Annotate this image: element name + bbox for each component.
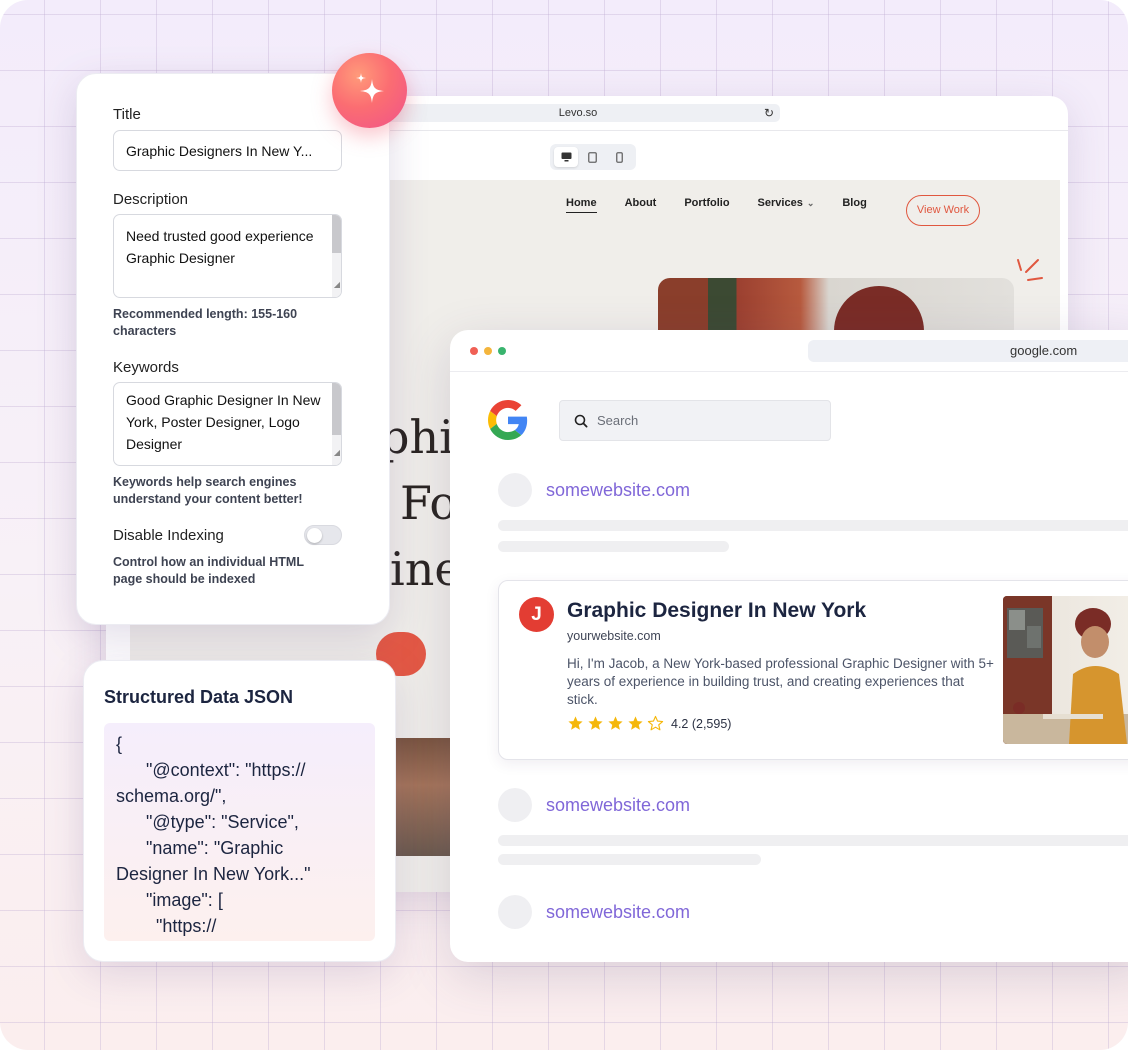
levo-navbar: Home About Portfolio Services ⌄ Blog (566, 197, 895, 213)
result-favicon (498, 788, 532, 822)
accent-strokes-icon (1017, 259, 1043, 281)
seo-settings-panel: Title Graphic Designers In New Y... Desc… (76, 73, 390, 625)
skeleton-line (498, 520, 1128, 531)
ai-sparkle-button[interactable] (332, 53, 407, 128)
scrollbar-thumb[interactable] (332, 383, 341, 435)
description-text: Need trusted good experience Graphic Des… (126, 228, 314, 266)
tablet-icon[interactable] (581, 147, 605, 167)
search-icon (574, 414, 588, 427)
serp-search-input[interactable] (597, 413, 817, 428)
levo-url: Levo.so (558, 107, 598, 119)
sparkle-icon (355, 72, 384, 103)
result-favicon (498, 473, 532, 507)
star-filled-icon (628, 716, 643, 730)
minimize-dot-icon[interactable] (484, 347, 492, 355)
window-controls (470, 347, 512, 355)
skeleton-line (498, 854, 761, 865)
nav-services-label: Services (757, 197, 803, 209)
serp-address-bar[interactable]: google.com (808, 340, 1128, 362)
nav-about[interactable]: About (625, 197, 657, 209)
title-label: Title (113, 106, 141, 123)
resize-grip-icon[interactable]: ◢ (334, 442, 340, 464)
keywords-field[interactable]: Good Graphic Designer In New York, Poste… (113, 382, 342, 466)
view-work-button[interactable]: View Work (906, 195, 980, 226)
skeleton-line (498, 541, 729, 552)
portfolio-photo (394, 738, 452, 856)
result-link[interactable]: somewebsite.com (546, 902, 690, 923)
result-link[interactable]: somewebsite.com (546, 480, 690, 501)
close-dot-icon[interactable] (470, 347, 478, 355)
keywords-label: Keywords (113, 359, 179, 376)
star-empty-icon (647, 715, 664, 731)
featured-description: Hi, I'm Jacob, a New York-based professi… (567, 656, 994, 707)
divider (450, 371, 1128, 372)
json-code-block[interactable]: { "@context": "https:// schema.org/", "@… (104, 723, 375, 941)
levo-address-bar[interactable]: Levo.so ↻ (376, 104, 780, 122)
serp-preview-window: google.com somewebsite.com J Graphic De (450, 330, 1128, 962)
keywords-text: Good Graphic Designer In New York, Poste… (126, 392, 321, 452)
resize-grip-icon[interactable]: ◢ (334, 274, 340, 296)
scrollbar-thumb[interactable] (332, 215, 341, 253)
description-label: Description (113, 191, 189, 208)
hero-heading-line-2: Fo (400, 476, 458, 530)
serp-url: google.com (1010, 343, 1078, 358)
json-panel-title: Structured Data JSON (104, 687, 294, 707)
indexing-hint: Control how an individual HTML page shou… (113, 555, 304, 586)
chevron-down-icon: ⌄ (806, 198, 815, 208)
maximize-dot-icon[interactable] (498, 347, 506, 355)
featured-title[interactable]: Graphic Designer In New York (567, 599, 866, 623)
indexing-label: Disable Indexing (113, 527, 224, 544)
featured-favicon: J (519, 597, 554, 632)
featured-url: yourwebsite.com (567, 629, 661, 643)
hero-photo (658, 278, 1014, 338)
background-grid: Levo.so ↻ Home About Portfolio Services ⌄… (0, 0, 1128, 1050)
skeleton-line (498, 835, 1128, 846)
toggle-knob (307, 527, 322, 543)
nav-home[interactable]: Home (566, 197, 597, 213)
nav-services[interactable]: Services ⌄ (758, 197, 815, 209)
star-rating: 4.2 (2,595) (567, 715, 731, 732)
nav-blog[interactable]: Blog (842, 197, 866, 209)
title-field[interactable]: Graphic Designers In New Y... (113, 130, 342, 171)
serp-search-box (559, 400, 831, 441)
designer-photo (1003, 596, 1128, 744)
structured-data-panel: Structured Data JSON { "@context": "http… (83, 660, 396, 962)
google-logo-icon (488, 400, 528, 440)
featured-result-card[interactable]: J Graphic Designer In New York yourwebsi… (498, 580, 1128, 760)
desktop-icon[interactable] (554, 147, 579, 167)
star-filled-icon (568, 716, 583, 730)
result-link[interactable]: somewebsite.com (546, 795, 690, 816)
nav-portfolio[interactable]: Portfolio (684, 197, 729, 209)
mobile-icon[interactable] (608, 147, 632, 167)
device-preview-toggle (550, 144, 636, 170)
description-hint: Recommended length: 155-160 characters (113, 307, 298, 338)
featured-thumbnail (1003, 596, 1128, 744)
reload-icon[interactable]: ↻ (764, 104, 774, 122)
star-filled-icon (608, 716, 623, 730)
disable-indexing-toggle[interactable] (304, 525, 342, 545)
description-field[interactable]: Need trusted good experience Graphic Des… (113, 214, 342, 298)
star-filled-icon (588, 716, 603, 730)
result-favicon (498, 895, 532, 929)
rating-text: 4.2 (2,595) (671, 716, 732, 731)
keywords-hint: Keywords help search engines understand … (113, 475, 303, 506)
